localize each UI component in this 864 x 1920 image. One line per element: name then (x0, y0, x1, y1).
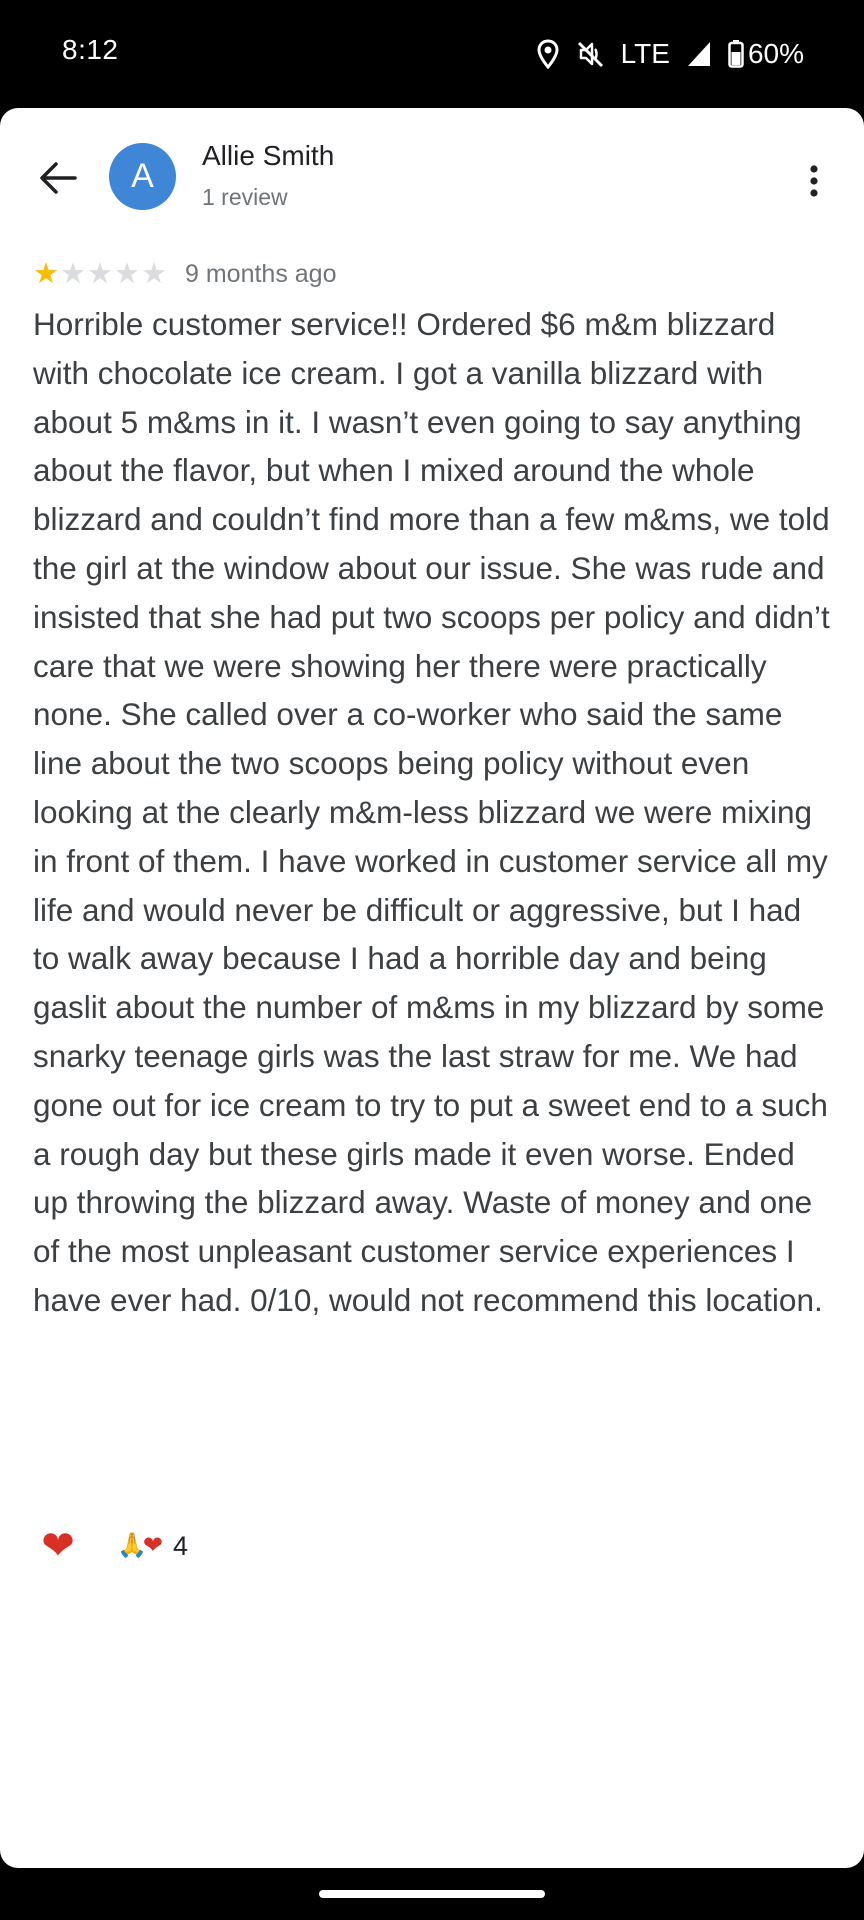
reviewer-name[interactable]: Allie Smith (202, 140, 334, 172)
status-icons: LTE 60% (537, 34, 804, 74)
heart-emoji-icon: ❤ (142, 1532, 163, 1559)
battery-percent: 60% (747, 38, 804, 69)
status-time: 8:12 (62, 34, 119, 65)
reaction-count: 4 (173, 1530, 189, 1561)
review-text: Horrible customer service!! Ordered $6 m… (33, 306, 830, 1318)
heart-icon: ❤ (41, 1524, 75, 1568)
star-icon-empty: ★ (141, 257, 167, 290)
signal-icon (686, 40, 712, 68)
avatar-letter: A (131, 157, 154, 195)
battery-indicator: 60% (728, 38, 804, 70)
reactions-row: ❤ 🙏 ❤ 4 (33, 1516, 188, 1576)
star-rating: ★ ★ ★ ★ ★ (33, 257, 167, 290)
location-icon (537, 39, 559, 69)
network-type: LTE (620, 38, 670, 69)
mute-icon (575, 39, 605, 69)
review-header: A Allie Smith 1 review (0, 108, 864, 238)
react-button[interactable]: ❤ (33, 1521, 83, 1571)
star-icon-filled: ★ (33, 257, 59, 290)
battery-icon (728, 40, 744, 68)
reviewer-review-count: 1 review (202, 184, 288, 210)
status-bar: 8:12 LTE 60% (0, 0, 864, 108)
star-icon-empty: ★ (60, 257, 86, 290)
back-arrow-icon (39, 161, 77, 200)
more-vert-icon (809, 164, 819, 203)
star-icon-empty: ★ (114, 257, 140, 290)
star-icon-empty: ★ (87, 257, 113, 290)
review-sheet: A Allie Smith 1 review ★ ★ ★ ★ ★ 9 month… (0, 108, 864, 1868)
avatar[interactable]: A (109, 143, 176, 210)
gesture-nav-handle[interactable] (319, 1890, 545, 1898)
more-options-button[interactable] (794, 158, 834, 208)
back-button[interactable] (28, 150, 88, 210)
reaction-summary[interactable]: 🙏 ❤ 4 (117, 1531, 188, 1562)
review-date: 9 months ago (185, 259, 337, 288)
rating-row: ★ ★ ★ ★ ★ 9 months ago (33, 254, 337, 294)
